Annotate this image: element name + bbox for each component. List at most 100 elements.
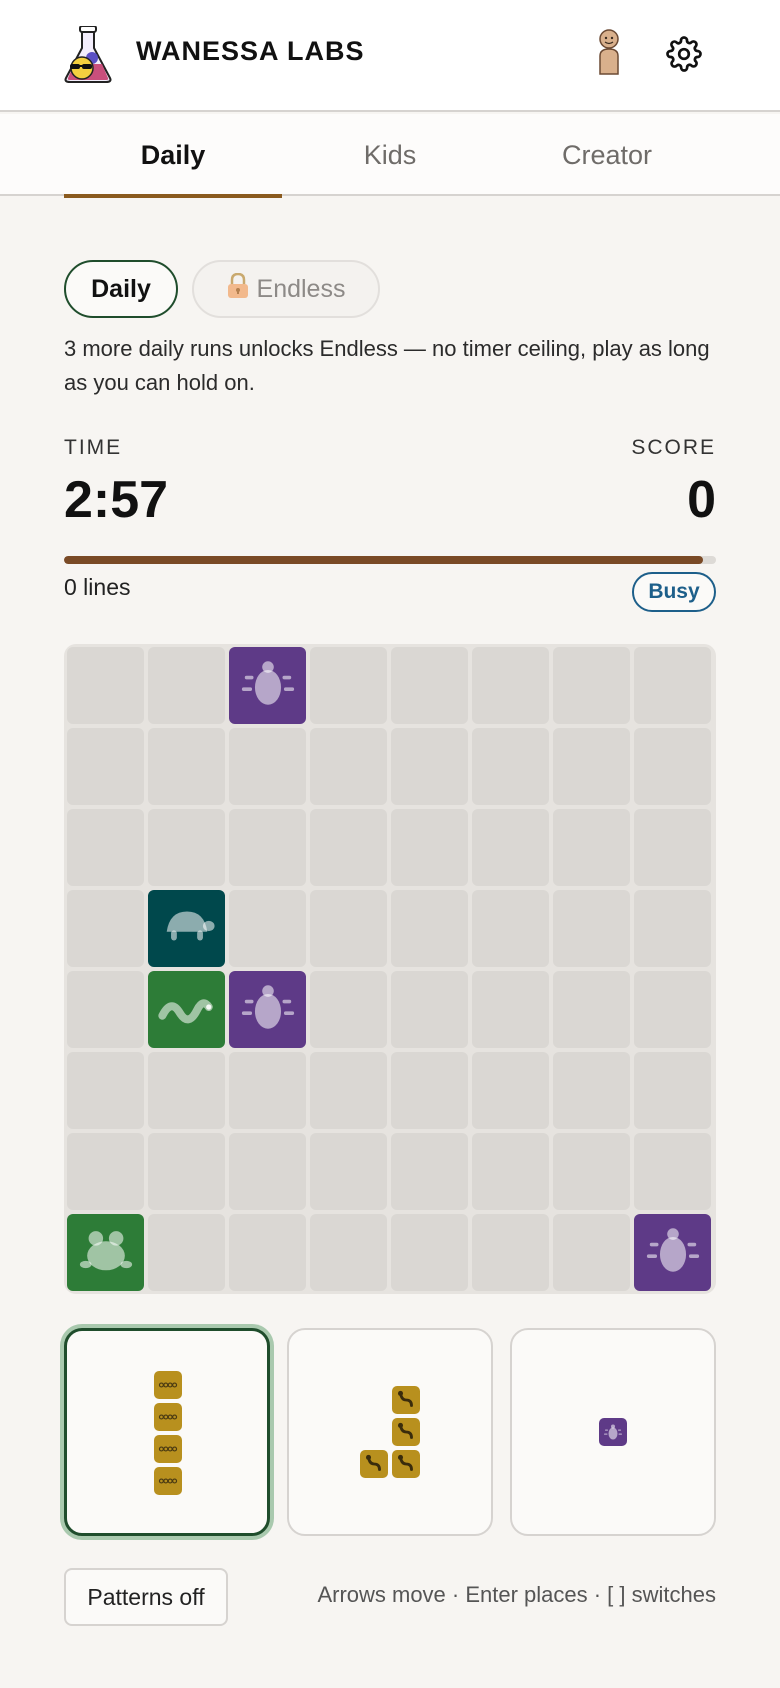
board-cell-empty[interactable] — [553, 728, 630, 805]
board-cell-turtle[interactable] — [148, 890, 225, 967]
frog-icon — [77, 1221, 135, 1284]
board-cell-empty[interactable] — [310, 971, 387, 1048]
board-cell-empty[interactable] — [148, 1052, 225, 1129]
board-cell-worm[interactable] — [148, 971, 225, 1048]
board-cell-empty[interactable] — [472, 890, 549, 967]
board-cell-empty[interactable] — [553, 971, 630, 1048]
lock-icon — [227, 272, 249, 306]
board-cell-empty[interactable] — [310, 1214, 387, 1291]
main-tabs: Daily Kids Creator — [0, 114, 780, 198]
tab-kids[interactable]: Kids — [281, 114, 499, 196]
board-cell-empty[interactable] — [553, 1133, 630, 1210]
board-cell-beetle[interactable] — [229, 971, 306, 1048]
score-value: 0 — [687, 471, 716, 529]
gear-icon[interactable] — [666, 36, 702, 72]
tray-block-beetle — [599, 1418, 627, 1446]
piece-slot-2[interactable] — [287, 1328, 493, 1536]
board-cell-empty[interactable] — [553, 1052, 630, 1129]
board-cell-empty[interactable] — [634, 647, 711, 724]
board-cell-empty[interactable] — [229, 728, 306, 805]
board-cell-empty[interactable] — [472, 647, 549, 724]
tab-creator[interactable]: Creator — [498, 114, 716, 196]
tab-daily[interactable]: Daily — [64, 114, 282, 198]
board-cell-empty[interactable] — [634, 971, 711, 1048]
board-cell-empty[interactable] — [229, 1052, 306, 1129]
patterns-toggle-button[interactable]: Patterns off — [64, 1568, 228, 1626]
board-cell-empty[interactable] — [472, 1214, 549, 1291]
board-cell-empty[interactable] — [310, 890, 387, 967]
board-cell-empty[interactable] — [310, 1052, 387, 1129]
piece-slot-1[interactable] — [64, 1328, 270, 1536]
tray-block-caterpillar — [154, 1371, 182, 1399]
board-cell-empty[interactable] — [67, 647, 144, 724]
board-cell-empty[interactable] — [148, 1214, 225, 1291]
board-cell-empty[interactable] — [634, 890, 711, 967]
board-cell-empty[interactable] — [229, 809, 306, 886]
time-label: TIME — [64, 436, 123, 459]
turtle-icon — [158, 897, 216, 960]
unlock-message: 3 more daily runs unlocks Endless — no t… — [64, 336, 710, 395]
board-cell-empty[interactable] — [553, 890, 630, 967]
board-cell-empty[interactable] — [553, 1214, 630, 1291]
board-cell-empty[interactable] — [472, 1133, 549, 1210]
board-cell-empty[interactable] — [67, 728, 144, 805]
board-cell-empty[interactable] — [391, 971, 468, 1048]
board-cell-empty[interactable] — [229, 1133, 306, 1210]
board-cell-empty[interactable] — [310, 647, 387, 724]
time-progress-bar — [64, 556, 716, 564]
board-cell-empty[interactable] — [634, 728, 711, 805]
board-cell-frog[interactable] — [67, 1214, 144, 1291]
flask-with-sunglasses-icon[interactable] — [62, 25, 114, 84]
board-cell-empty[interactable] — [148, 647, 225, 724]
game-board[interactable] — [64, 644, 716, 1294]
board-cell-empty[interactable] — [391, 647, 468, 724]
board-cell-empty[interactable] — [310, 809, 387, 886]
time-value: 2:57 — [64, 471, 169, 529]
score-label: SCORE — [631, 436, 716, 459]
worm-icon — [157, 978, 216, 1041]
board-cell-empty[interactable] — [148, 1133, 225, 1210]
daily-mode-button[interactable]: Daily — [64, 260, 178, 318]
brand-name: WANESSA LABS — [136, 36, 365, 66]
board-cell-empty[interactable] — [391, 1214, 468, 1291]
board-cell-empty[interactable] — [391, 809, 468, 886]
person-figure-icon[interactable] — [592, 28, 626, 76]
board-cell-empty[interactable] — [472, 971, 549, 1048]
time-progress-fill — [64, 556, 703, 564]
board-cell-empty[interactable] — [67, 809, 144, 886]
board-cell-empty[interactable] — [310, 1133, 387, 1210]
piece-slot-3[interactable] — [510, 1328, 716, 1536]
board-cell-beetle[interactable] — [634, 1214, 711, 1291]
board-cell-empty[interactable] — [391, 890, 468, 967]
board-cell-empty[interactable] — [634, 1133, 711, 1210]
board-cell-empty[interactable] — [67, 1133, 144, 1210]
board-cell-empty[interactable] — [310, 728, 387, 805]
board-cell-empty[interactable] — [67, 971, 144, 1048]
endless-label: Endless — [256, 274, 346, 303]
tray-block-caterpillar — [154, 1403, 182, 1431]
board-cell-empty[interactable] — [148, 809, 225, 886]
board-cell-empty[interactable] — [391, 1133, 468, 1210]
tray-block-caterpillar — [154, 1435, 182, 1463]
board-cell-empty[interactable] — [472, 809, 549, 886]
board-cell-empty[interactable] — [472, 1052, 549, 1129]
board-cell-empty[interactable] — [229, 890, 306, 967]
board-cell-empty[interactable] — [634, 809, 711, 886]
status-badge: Busy — [632, 572, 716, 612]
board-cell-empty[interactable] — [634, 1052, 711, 1129]
app-header: WANESSA LABS — [0, 0, 780, 112]
board-cell-empty[interactable] — [67, 890, 144, 967]
board-cell-empty[interactable] — [148, 728, 225, 805]
board-cell-empty[interactable] — [229, 1214, 306, 1291]
board-cell-empty[interactable] — [391, 728, 468, 805]
tray-block-snake — [392, 1450, 420, 1478]
beetle-icon — [239, 654, 297, 717]
keyboard-hint: Arrows move · Enter places · [ ] switche… — [317, 1582, 716, 1607]
board-cell-empty[interactable] — [67, 1052, 144, 1129]
endless-mode-button[interactable]: Endless — [192, 260, 380, 318]
board-cell-empty[interactable] — [472, 728, 549, 805]
board-cell-empty[interactable] — [391, 1052, 468, 1129]
board-cell-empty[interactable] — [553, 809, 630, 886]
board-cell-beetle[interactable] — [229, 647, 306, 724]
board-cell-empty[interactable] — [553, 647, 630, 724]
